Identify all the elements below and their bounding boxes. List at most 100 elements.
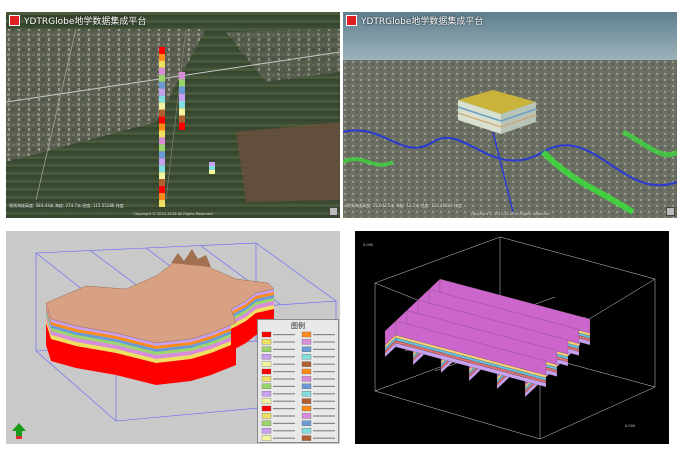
legend-swatch bbox=[261, 391, 272, 397]
borehole-segment[interactable] bbox=[159, 53, 165, 61]
legend-swatch bbox=[301, 435, 312, 441]
legend-label-placeholder bbox=[273, 415, 295, 417]
north-arrow-icon bbox=[12, 423, 26, 439]
globe-view-aerial[interactable]: YDTRGlobe地学数据集成平台 视线海拔高度: 583.43米 海拔: 27… bbox=[6, 12, 340, 218]
borehole-segment[interactable] bbox=[209, 166, 215, 170]
borehole-segment[interactable] bbox=[159, 137, 165, 145]
app-title-bar: YDTRGlobe地学数据集成平台 bbox=[6, 12, 146, 29]
borehole-segment[interactable] bbox=[159, 193, 165, 201]
stratum-band bbox=[156, 359, 191, 385]
legend-swatch bbox=[301, 413, 312, 419]
borehole-segment[interactable] bbox=[159, 88, 165, 96]
globe-view-oblique[interactable]: YDTRGlobe地学数据集成平台 视线海拔高度: 25,043.5米 海拔: … bbox=[343, 12, 677, 218]
borehole-segment[interactable] bbox=[159, 47, 165, 54]
legend-label-placeholder bbox=[313, 400, 335, 402]
legend-swatch bbox=[301, 376, 312, 382]
borehole-segment[interactable] bbox=[159, 74, 165, 82]
borehole-segment[interactable] bbox=[159, 109, 165, 117]
legend-swatch bbox=[261, 398, 272, 404]
legend-label-placeholder bbox=[313, 437, 335, 439]
legend-label-placeholder bbox=[273, 400, 295, 402]
legend-swatch bbox=[301, 331, 312, 338]
borehole-segment[interactable] bbox=[159, 172, 165, 180]
legend-swatches bbox=[261, 331, 335, 441]
legend-swatch bbox=[301, 361, 312, 367]
legend-swatch bbox=[261, 428, 272, 434]
borehole-segment[interactable] bbox=[179, 79, 185, 87]
legend-label-placeholder bbox=[313, 341, 335, 343]
borehole-segment[interactable] bbox=[159, 151, 165, 159]
borehole-segment[interactable] bbox=[159, 116, 165, 124]
navigation-control-icon[interactable] bbox=[329, 207, 338, 216]
legend-label-placeholder bbox=[313, 348, 335, 350]
borehole-segment[interactable] bbox=[179, 101, 185, 109]
legend-label-placeholder bbox=[313, 334, 335, 336]
borehole-segment[interactable] bbox=[159, 186, 165, 194]
legend-swatch bbox=[301, 354, 312, 360]
legend-label-placeholder bbox=[313, 385, 335, 387]
borehole-segment[interactable] bbox=[159, 158, 165, 166]
status-bar: 视线海拔高度: 583.43米 海拔: 274.7米 经度: 115.55288… bbox=[6, 200, 340, 218]
legend-label-placeholder bbox=[273, 334, 295, 336]
legend-label-placeholder bbox=[313, 430, 335, 432]
borehole-segment[interactable] bbox=[179, 115, 185, 123]
legend-label-placeholder bbox=[273, 348, 295, 350]
legend-label-placeholder bbox=[313, 415, 335, 417]
legend-swatch bbox=[261, 405, 272, 412]
borehole-segment[interactable] bbox=[179, 86, 185, 94]
stratigraphic-model-view[interactable]: 图例 bbox=[6, 231, 340, 444]
legend-swatch bbox=[261, 368, 272, 375]
borehole-segment[interactable] bbox=[179, 108, 185, 116]
app-logo-icon bbox=[9, 15, 20, 26]
borehole-segment[interactable] bbox=[159, 165, 165, 173]
legend-swatch bbox=[261, 339, 272, 345]
borehole-segment[interactable] bbox=[159, 81, 165, 89]
legend-swatch bbox=[301, 383, 312, 389]
legend-label-placeholder bbox=[313, 371, 335, 373]
legend-label-placeholder bbox=[273, 385, 295, 387]
borehole-segment[interactable] bbox=[209, 162, 215, 166]
legend-swatch bbox=[301, 428, 312, 434]
borehole-segment[interactable] bbox=[179, 122, 185, 130]
legend-label-placeholder bbox=[313, 422, 335, 424]
borehole-segment[interactable] bbox=[179, 93, 185, 101]
coordinate-readout: 视线海拔高度: 583.43米 海拔: 274.7米 经度: 115.55288… bbox=[9, 203, 124, 208]
legend-swatch bbox=[301, 420, 312, 426]
legend-label-placeholder bbox=[273, 393, 295, 395]
legend-swatch bbox=[261, 346, 272, 352]
legend-swatch bbox=[301, 339, 312, 345]
borehole-segment[interactable] bbox=[209, 170, 215, 174]
status-bar: 视线海拔高度: 25,043.5米 海拔: 11.2米 经度: 116.4084… bbox=[343, 200, 677, 218]
app-logo-icon bbox=[346, 15, 357, 26]
app-title: YDTRGlobe地学数据集成平台 bbox=[24, 17, 147, 27]
borehole-segment[interactable] bbox=[159, 179, 165, 187]
copyright-text: Copyright © 2015-2016 All Rights Reserve… bbox=[470, 212, 550, 216]
borehole-segment[interactable] bbox=[159, 67, 165, 75]
navigation-control-icon[interactable] bbox=[666, 207, 675, 216]
borehole-columns[interactable] bbox=[6, 12, 340, 218]
fence-diagram-view[interactable]: 0.000 0.000 bbox=[355, 231, 669, 444]
legend-panel: 图例 bbox=[257, 319, 339, 443]
coordinate-readout: 视线海拔高度: 25,043.5米 海拔: 11.2米 经度: 116.4084… bbox=[346, 203, 463, 208]
oblique-terrain[interactable] bbox=[343, 12, 677, 218]
legend-swatch bbox=[301, 391, 312, 397]
legend-label-placeholder bbox=[273, 437, 295, 439]
borehole-segment[interactable] bbox=[159, 95, 165, 103]
legend-swatch bbox=[261, 420, 272, 426]
svg-text:0.000: 0.000 bbox=[363, 243, 373, 247]
borehole-segment[interactable] bbox=[159, 123, 165, 131]
legend-swatch bbox=[261, 361, 272, 367]
borehole-segment[interactable] bbox=[159, 60, 165, 68]
borehole-segment[interactable] bbox=[179, 72, 185, 80]
legend-label-placeholder bbox=[313, 363, 335, 365]
borehole-segment[interactable] bbox=[159, 144, 165, 152]
borehole-segment[interactable] bbox=[159, 102, 165, 110]
legend-label-placeholder bbox=[273, 371, 295, 373]
legend-label-placeholder bbox=[313, 393, 335, 395]
legend-label-placeholder bbox=[273, 408, 295, 410]
borehole-segment[interactable] bbox=[159, 130, 165, 138]
legend-swatch bbox=[261, 413, 272, 419]
svg-text:0.000: 0.000 bbox=[625, 424, 635, 428]
fence-diagram-scene[interactable]: 0.000 0.000 bbox=[355, 231, 669, 444]
legend-label-placeholder bbox=[313, 408, 335, 410]
